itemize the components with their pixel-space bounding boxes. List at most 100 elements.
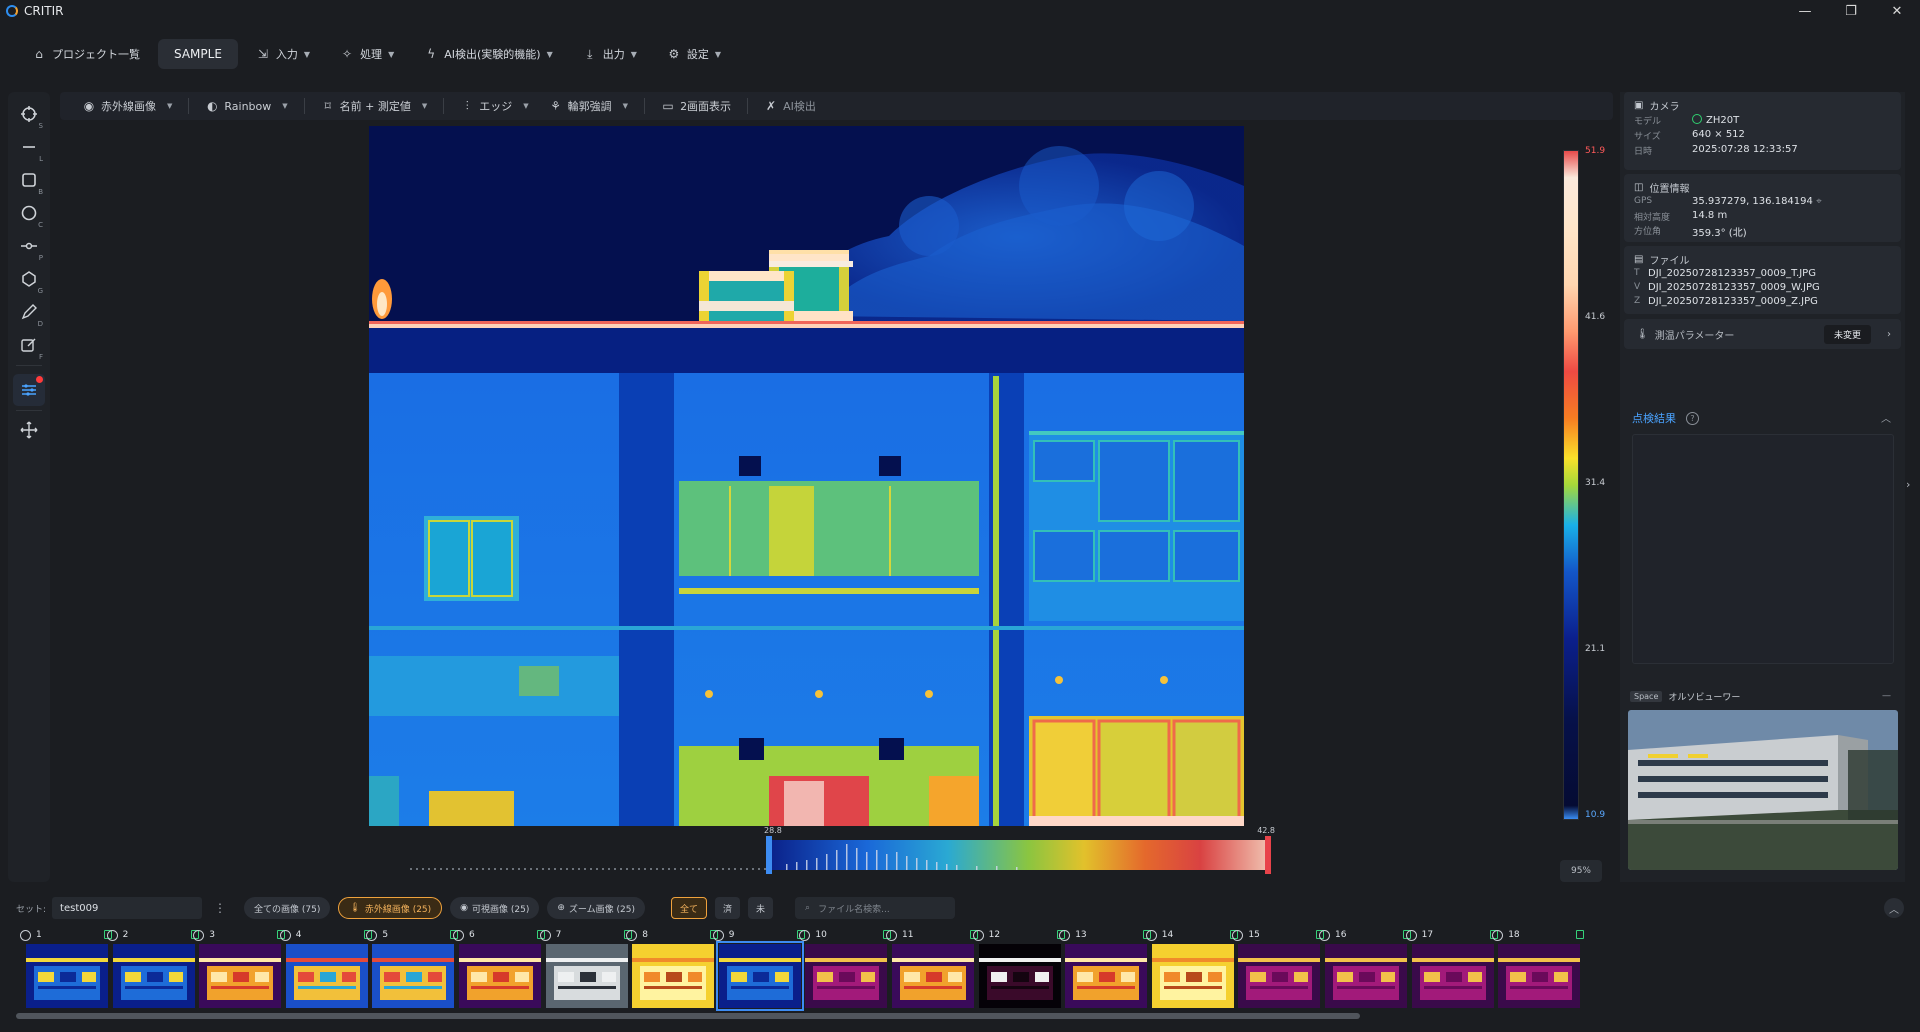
thumbnail-scrollbar[interactable] <box>16 1013 1360 1019</box>
dual-view-button[interactable]: ▭ 2画面表示 <box>653 95 739 117</box>
output-menu[interactable]: ⤓ 出力 ▼ <box>571 39 649 69</box>
thumbnail-image[interactable] <box>285 944 368 1008</box>
select-radio[interactable] <box>1492 929 1504 941</box>
select-radio[interactable] <box>1232 929 1244 941</box>
thumbnail-item[interactable]: 9 <box>712 928 813 1012</box>
thumbnail-item[interactable]: 4 <box>279 928 380 1012</box>
select-radio[interactable] <box>1319 929 1330 941</box>
select-radio[interactable] <box>539 929 551 941</box>
thumbnail-image[interactable] <box>1151 944 1234 1008</box>
thumbnail-image[interactable] <box>459 944 541 1008</box>
pin-icon[interactable]: ⌖ <box>1816 196 1822 207</box>
select-radio[interactable] <box>972 929 984 941</box>
thumbnail-item[interactable]: 14 <box>1145 928 1246 1012</box>
thumbnail-item[interactable]: 11 <box>886 928 986 1012</box>
thumbnail-image[interactable] <box>26 944 108 1008</box>
sample-project-tab[interactable]: SAMPLE <box>158 39 238 69</box>
thermal-image[interactable] <box>369 126 1244 826</box>
thumbnail-item[interactable]: 2 <box>106 928 207 1012</box>
thumbnail-item[interactable]: 1 <box>20 928 120 1012</box>
contour-dropdown[interactable]: ⚘ 輪郭強調 ▼ <box>541 95 636 117</box>
thumbnail-image[interactable] <box>1498 944 1581 1008</box>
line-tool[interactable]: L <box>13 131 45 163</box>
point-tool[interactable]: P <box>13 230 45 262</box>
ir-image-dropdown[interactable]: ◉ 赤外線画像 ▼ <box>74 95 180 117</box>
scale-gradient[interactable] <box>1563 150 1579 820</box>
select-radio[interactable] <box>1145 929 1157 941</box>
measurement-params-row[interactable]: 🌡 測温パラメーター 未変更 › <box>1624 319 1901 349</box>
expand-panel-chevron-icon[interactable]: › <box>1906 478 1910 491</box>
select-radio[interactable] <box>366 929 378 941</box>
thumbnail-image[interactable] <box>1065 944 1148 1008</box>
restore-icon[interactable]: ❐ <box>1828 0 1874 22</box>
select-radio[interactable] <box>626 929 638 941</box>
adjust-tool[interactable] <box>13 374 45 406</box>
thumbnail-image[interactable] <box>1238 944 1321 1008</box>
chevron-up-icon[interactable]: ︿ <box>1881 410 1891 425</box>
select-radio[interactable] <box>279 929 291 941</box>
ai-menu[interactable]: ϟ AI検出(実験的機能) ▼ <box>412 39 565 69</box>
thumbnail-item[interactable]: 15 <box>1232 928 1332 1012</box>
close-icon[interactable]: ✕ <box>1874 0 1920 22</box>
process-menu[interactable]: ✧ 処理 ▼ <box>328 39 406 69</box>
histogram-high-handle[interactable] <box>1265 836 1271 874</box>
thumbnail-image[interactable] <box>892 944 974 1008</box>
circle-tool[interactable]: C <box>13 197 45 229</box>
thumbnail-item[interactable]: 16 <box>1319 928 1419 1012</box>
thumbnail-item[interactable]: 18 <box>1492 928 1592 1012</box>
thumbnail-image[interactable] <box>1325 944 1407 1008</box>
select-radio[interactable] <box>712 929 724 941</box>
file-t-name[interactable]: DJI_20250728123357_0009_T.JPG <box>1648 268 1816 279</box>
input-menu[interactable]: ⇲ 入力 ▼ <box>244 39 322 69</box>
status-filter-all[interactable]: 全て <box>671 897 708 919</box>
select-radio[interactable] <box>106 929 118 941</box>
thumbnail-item[interactable]: 6 <box>453 928 553 1012</box>
thumbnail-image[interactable] <box>715 941 804 1011</box>
pan-tool[interactable] <box>13 414 45 446</box>
select-radio[interactable] <box>886 929 897 941</box>
ai-detect-button[interactable]: ✗ AI検出 <box>756 95 824 117</box>
filter-all-images[interactable]: 全ての画像 (75) <box>244 897 331 919</box>
collapse-strip-icon[interactable]: ︿ <box>1884 898 1904 918</box>
rectangle-tool[interactable]: B <box>13 164 45 196</box>
settings-menu[interactable]: ⚙ 設定 ▼ <box>655 39 733 69</box>
thumbnail-image[interactable] <box>112 944 195 1008</box>
project-list-button[interactable]: ⌂ プロジェクト一覧 <box>20 39 152 69</box>
thumbnail-image[interactable] <box>805 944 888 1008</box>
filter-ir-images[interactable]: 🌡 赤外線画像 (25) <box>338 897 443 919</box>
filename-search-input[interactable]: ⌕ ファイル名検索... <box>795 897 956 919</box>
thumbnail-item[interactable]: 8 <box>626 928 726 1012</box>
file-z-name[interactable]: DJI_20250728123357_0009_Z.JPG <box>1648 296 1818 307</box>
thumbnail-image[interactable] <box>632 944 715 1008</box>
filter-visible-images[interactable]: ◉ 可視画像 (25) <box>450 897 540 919</box>
draw-tool[interactable]: D <box>13 296 45 328</box>
set-selector[interactable]: test009 <box>52 897 203 919</box>
thumbnail-image[interactable] <box>545 944 628 1008</box>
minimize-icon[interactable]: — <box>1882 691 1891 701</box>
zoom-level[interactable]: 95% <box>1560 860 1602 882</box>
select-radio[interactable] <box>799 929 811 941</box>
spot-tool[interactable]: S <box>13 98 45 130</box>
thumbnail-item[interactable]: 7 <box>539 928 640 1012</box>
filter-zoom-images[interactable]: ⊕ ズーム画像 (25) <box>547 897 645 919</box>
select-radio[interactable] <box>1405 929 1417 941</box>
thumbnail-image[interactable] <box>978 944 1061 1008</box>
polygon-tool[interactable]: G <box>13 263 45 295</box>
minimize-icon[interactable]: — <box>1782 0 1828 22</box>
label-mode-dropdown[interactable]: ⌑ 名前 + 測定値 ▼ <box>313 95 436 117</box>
thumbnail-item[interactable]: 12 <box>972 928 1073 1012</box>
select-radio[interactable] <box>453 929 464 941</box>
thumbnail-item[interactable]: 3 <box>193 928 293 1012</box>
thumbnail-image[interactable] <box>1411 944 1494 1008</box>
thumbnail-item[interactable]: 5 <box>366 928 466 1012</box>
thumbnail-image[interactable] <box>372 944 455 1008</box>
thumbnail-item[interactable]: 17 <box>1405 928 1506 1012</box>
status-filter-todo[interactable]: 未 <box>748 897 774 919</box>
thumbnail-item[interactable]: 13 <box>1059 928 1159 1012</box>
ortho-image[interactable] <box>1628 710 1898 870</box>
select-radio[interactable] <box>20 929 31 941</box>
thumbnail-image[interactable] <box>199 944 282 1008</box>
status-filter-done[interactable]: 済 <box>715 897 741 919</box>
more-options-icon[interactable]: ⋮ <box>214 901 226 915</box>
edit-tool[interactable]: F <box>13 329 45 361</box>
